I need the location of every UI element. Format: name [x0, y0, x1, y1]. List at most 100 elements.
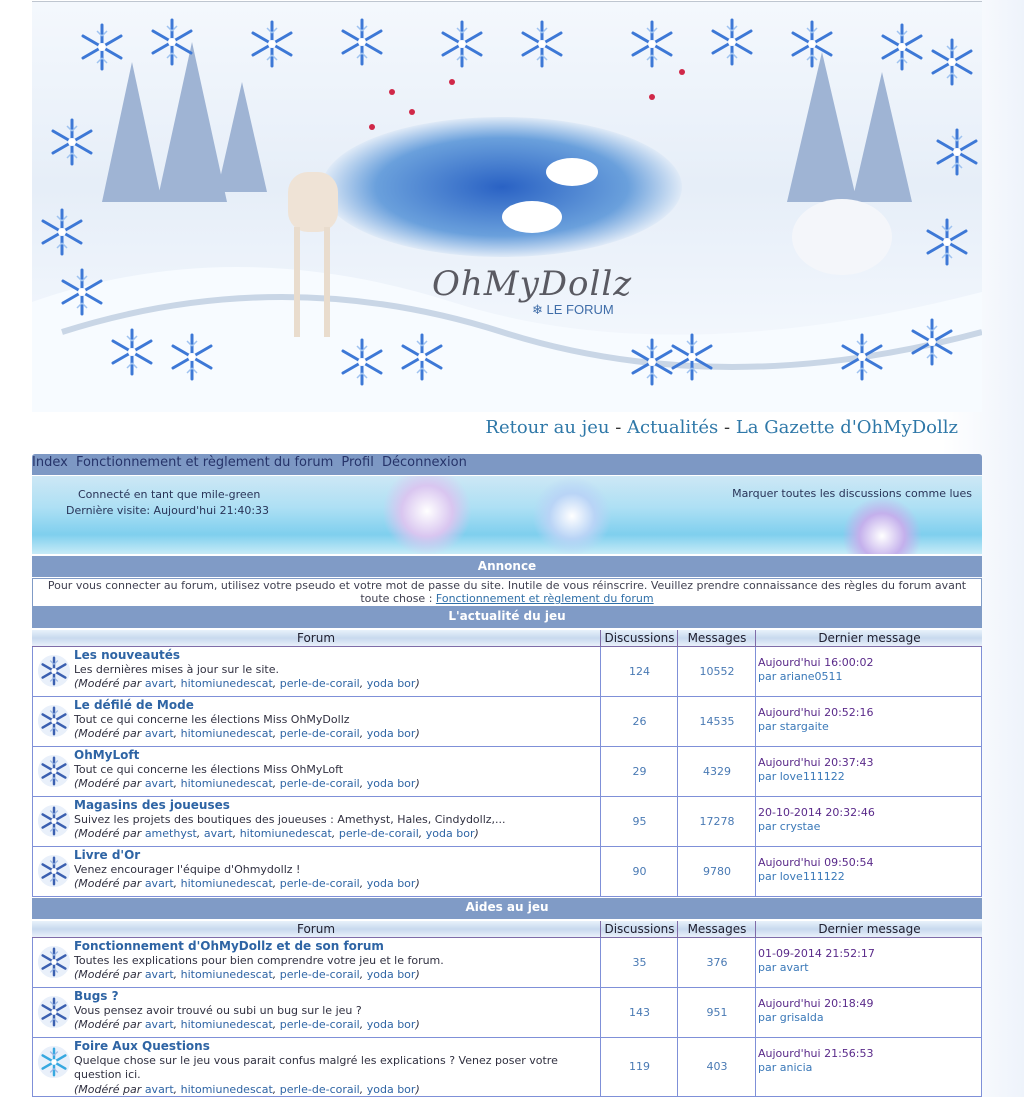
last-message-date[interactable]: Aujourd'hui 16:00:02: [758, 656, 980, 670]
mark-all-read-link[interactable]: Marquer toutes les discussions comme lue…: [732, 487, 972, 500]
nav-rules[interactable]: Fonctionnement et règlement du forum: [76, 455, 333, 470]
moderator-link[interactable]: hitomiunedescat: [181, 877, 273, 890]
forum-info: Bugs ?Vous pensez avoir trouvé ou subi u…: [74, 989, 598, 1033]
forum-moderators: (Modéré par avart, hitomiunedescat, perl…: [74, 968, 598, 983]
author-name[interactable]: avart: [780, 961, 809, 974]
messages-count: 403: [677, 1038, 756, 1096]
moderator-link[interactable]: perle-de-corail: [280, 968, 360, 981]
last-message-date[interactable]: Aujourd'hui 20:18:49: [758, 997, 980, 1011]
snowflake-icon: [37, 704, 71, 738]
last-message-date[interactable]: Aujourd'hui 21:56:53: [758, 1047, 980, 1061]
moderated-by-label: Modéré par: [78, 968, 141, 981]
forum-title[interactable]: Livre d'Or: [74, 848, 598, 863]
moderator-link[interactable]: yoda bor: [367, 777, 416, 790]
last-message-author[interactable]: par love111122: [758, 870, 980, 884]
last-message-date[interactable]: 20-10-2014 20:32:46: [758, 806, 980, 820]
moderator-link[interactable]: yoda bor: [367, 727, 416, 740]
moderator-link[interactable]: perle-de-corail: [280, 1083, 360, 1096]
moderator-link[interactable]: avart: [145, 677, 174, 690]
forum-title[interactable]: Magasins des joueuses: [74, 798, 598, 813]
author-name[interactable]: stargaite: [780, 720, 829, 733]
moderator-link[interactable]: perle-de-corail: [280, 727, 360, 740]
moderator-link[interactable]: hitomiunedescat: [181, 777, 273, 790]
last-message: 01-09-2014 21:52:17par avart: [755, 938, 980, 987]
link-gazette[interactable]: La Gazette d'OhMyDollz: [736, 417, 958, 438]
discussions-count: 119: [600, 1038, 678, 1096]
moderator-link[interactable]: yoda bor: [367, 1083, 416, 1096]
nav-index[interactable]: Index: [32, 455, 68, 470]
moderator-link[interactable]: avart: [204, 827, 233, 840]
forum-moderators: (Modéré par avart, hitomiunedescat, perl…: [74, 677, 598, 692]
forum-info: Livre d'OrVenez encourager l'équipe d'Oh…: [74, 848, 598, 892]
moderator-link[interactable]: hitomiunedescat: [181, 677, 273, 690]
last-message-author[interactable]: par grisalda: [758, 1011, 980, 1025]
forum-info: Foire Aux QuestionsQuelque chose sur le …: [74, 1039, 598, 1097]
category-title[interactable]: L'actualité du jeu: [32, 607, 982, 628]
moderator-link[interactable]: perle-de-corail: [280, 1018, 360, 1031]
announcement-body: Pour vous connecter au forum, utilisez v…: [32, 578, 982, 607]
forum-logo-text: OhMyDollz: [432, 264, 632, 304]
forum-info: OhMyLoftTout ce qui concerne les électio…: [74, 748, 598, 792]
last-message: Aujourd'hui 09:50:54par love111122: [755, 847, 980, 896]
moderator-link[interactable]: perle-de-corail: [339, 827, 419, 840]
last-message-date[interactable]: Aujourd'hui 09:50:54: [758, 856, 980, 870]
moderator-link[interactable]: perle-de-corail: [280, 677, 360, 690]
last-message-author[interactable]: par stargaite: [758, 720, 980, 734]
moderator-link[interactable]: perle-de-corail: [280, 777, 360, 790]
last-visit: Dernière visite: Aujourd'hui 21:40:33: [66, 503, 269, 519]
author-name[interactable]: grisalda: [780, 1011, 824, 1024]
moderator-link[interactable]: yoda bor: [426, 827, 475, 840]
moderator-link[interactable]: hitomiunedescat: [181, 727, 273, 740]
last-message-author[interactable]: par avart: [758, 961, 980, 975]
forum-title[interactable]: Le défilé de Mode: [74, 698, 598, 713]
moderator-link[interactable]: avart: [145, 727, 174, 740]
author-name[interactable]: love111122: [780, 770, 845, 783]
last-message: Aujourd'hui 20:52:16par stargaite: [755, 697, 980, 746]
author-name[interactable]: ariane0511: [780, 670, 843, 683]
moderator-link[interactable]: avart: [145, 968, 174, 981]
link-retour-jeu[interactable]: Retour au jeu: [485, 417, 609, 438]
category-title[interactable]: Aides au jeu: [32, 898, 982, 919]
moderator-link[interactable]: hitomiunedescat: [181, 968, 273, 981]
last-message-author[interactable]: par ariane0511: [758, 670, 980, 684]
last-message-author[interactable]: par crystae: [758, 820, 980, 834]
moderator-link[interactable]: avart: [145, 1083, 174, 1096]
moderator-link[interactable]: hitomiunedescat: [181, 1018, 273, 1031]
by-label: par: [758, 1061, 776, 1074]
snowflake-icon: [37, 804, 71, 838]
forum-title[interactable]: Fonctionnement d'OhMyDollz et de son for…: [74, 939, 598, 954]
author-name[interactable]: crystae: [780, 820, 821, 833]
last-message-date[interactable]: Aujourd'hui 20:37:43: [758, 756, 980, 770]
moderator-link[interactable]: yoda bor: [367, 677, 416, 690]
moderator-link[interactable]: avart: [145, 1018, 174, 1031]
column-headers: ForumDiscussionsMessagesDernier message: [32, 630, 982, 647]
moderator-link[interactable]: amethyst: [145, 827, 197, 840]
moderator-link[interactable]: avart: [145, 877, 174, 890]
forum-moderators: (Modéré par avart, hitomiunedescat, perl…: [74, 1018, 598, 1033]
nav-profile[interactable]: Profil: [341, 455, 373, 470]
moderator-link[interactable]: avart: [145, 777, 174, 790]
nav-logout[interactable]: Déconnexion: [382, 455, 467, 470]
by-label: par: [758, 670, 776, 683]
forum-title[interactable]: Foire Aux Questions: [74, 1039, 598, 1054]
moderator-link[interactable]: hitomiunedescat: [181, 1083, 273, 1096]
announcement-rules-link[interactable]: Fonctionnement et règlement du forum: [436, 592, 654, 605]
moderator-link[interactable]: yoda bor: [367, 877, 416, 890]
forum-description: Les dernières mises à jour sur le site.: [74, 663, 598, 678]
forum-title[interactable]: Les nouveautés: [74, 648, 598, 663]
link-actualites[interactable]: Actualités: [627, 417, 718, 438]
last-message-author[interactable]: par love111122: [758, 770, 980, 784]
author-name[interactable]: love111122: [780, 870, 845, 883]
last-message: Aujourd'hui 20:18:49par grisalda: [755, 988, 980, 1037]
forum-title[interactable]: OhMyLoft: [74, 748, 598, 763]
last-message: Aujourd'hui 20:37:43par love111122: [755, 747, 980, 796]
last-message-date[interactable]: 01-09-2014 21:52:17: [758, 947, 980, 961]
moderator-link[interactable]: yoda bor: [367, 1018, 416, 1031]
last-message-author[interactable]: par anicia: [758, 1061, 980, 1075]
moderator-link[interactable]: perle-de-corail: [280, 877, 360, 890]
last-message-date[interactable]: Aujourd'hui 20:52:16: [758, 706, 980, 720]
author-name[interactable]: anicia: [780, 1061, 813, 1074]
moderator-link[interactable]: yoda bor: [367, 968, 416, 981]
moderator-link[interactable]: hitomiunedescat: [240, 827, 332, 840]
forum-title[interactable]: Bugs ?: [74, 989, 598, 1004]
